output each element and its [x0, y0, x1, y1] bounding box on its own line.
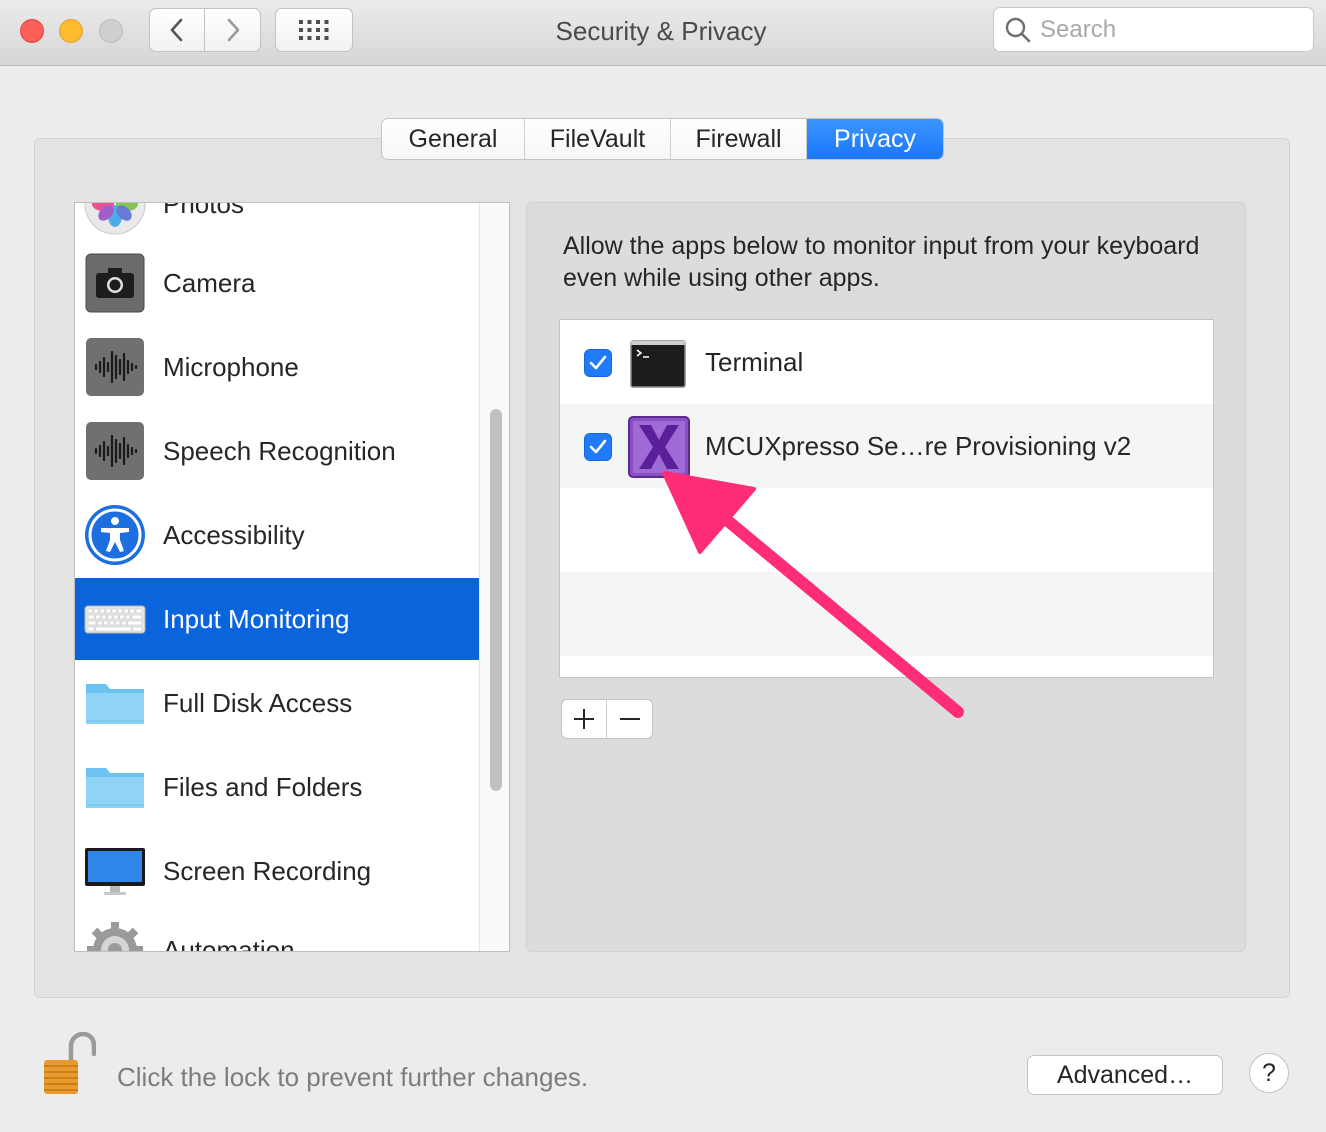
advanced-button[interactable]: Advanced…	[1027, 1055, 1223, 1095]
back-button[interactable]	[149, 8, 205, 52]
remove-app-button[interactable]	[607, 700, 652, 738]
show-all-button[interactable]	[275, 8, 353, 52]
sidebar-item-photos[interactable]: Photos	[75, 203, 479, 245]
privacy-category-scroll-area: Photos Camera Microphone Speech Recognit…	[75, 203, 479, 951]
minimize-window-button[interactable]	[59, 19, 83, 43]
list-item-empty	[560, 572, 1213, 656]
add-remove-buttons	[561, 699, 653, 739]
gear-icon	[87, 922, 143, 951]
minus-icon	[619, 718, 640, 720]
chevron-right-icon	[227, 18, 239, 42]
window-title: Security & Privacy	[555, 16, 767, 46]
sidebar-item-microphone[interactable]: Microphone	[75, 326, 479, 408]
app-name: Terminal	[705, 347, 804, 377]
folder-icon	[86, 684, 144, 724]
sidebar-item-label: Photos	[163, 203, 244, 219]
search-input[interactable]	[1040, 15, 1300, 44]
help-button[interactable]: ?	[1249, 1053, 1289, 1093]
add-app-button[interactable]	[562, 700, 607, 738]
allowed-apps-list[interactable]: Terminal MCUXpresso Se…re Provisioning v…	[559, 319, 1214, 678]
tab-filevault[interactable]: FileVault	[525, 119, 671, 159]
sidebar-scrollbar-thumb[interactable]	[490, 409, 502, 791]
permission-description: Allow the apps below to monitor input fr…	[563, 232, 1200, 292]
tab-bar: General FileVault Firewall Privacy	[381, 118, 944, 160]
speech-waveform-icon	[86, 422, 144, 480]
unlocked-padlock-icon[interactable]	[40, 1032, 96, 1098]
sidebar-item-label: Speech Recognition	[163, 435, 396, 466]
accessibility-icon	[85, 505, 145, 565]
privacy-category-list[interactable]: Photos Camera Microphone Speech Recognit…	[74, 202, 510, 952]
sidebar-item-files-and-folders[interactable]: Files and Folders	[75, 746, 479, 828]
sidebar-item-label: Automation	[163, 934, 295, 952]
sidebar-item-label: Camera	[163, 267, 256, 298]
camera-icon	[85, 253, 145, 313]
app-checkbox-mcuxpresso[interactable]	[584, 433, 612, 461]
checkmark-icon	[589, 439, 607, 454]
checkmark-icon	[589, 355, 607, 370]
sidebar-item-camera[interactable]: Camera	[75, 242, 479, 324]
chevron-left-icon	[170, 18, 183, 42]
plus-icon	[574, 709, 594, 729]
app-name: MCUXpresso Se…re Provisioning v2	[705, 431, 1132, 461]
sidebar-item-label: Microphone	[163, 351, 299, 382]
sidebar-item-automation[interactable]: Automation	[75, 909, 479, 951]
sidebar-item-accessibility[interactable]: Accessibility	[75, 494, 479, 576]
close-window-button[interactable]	[20, 19, 44, 43]
display-icon	[85, 848, 145, 895]
sidebar-item-label: Files and Folders	[163, 771, 363, 802]
search-field[interactable]	[993, 7, 1314, 52]
photos-icon	[84, 203, 146, 235]
sidebar-item-speech-recognition[interactable]: Speech Recognition	[75, 410, 479, 492]
folder-icon	[86, 768, 144, 808]
microphone-waveform-icon	[86, 338, 144, 396]
sidebar-item-screen-recording[interactable]: Screen Recording	[75, 830, 479, 912]
show-all-grid-icon	[299, 20, 329, 40]
title-bar: Security & Privacy	[0, 0, 1326, 66]
sidebar-item-input-monitoring[interactable]: Input Monitoring	[75, 578, 479, 660]
mcuxpresso-x-icon	[628, 416, 690, 478]
app-checkbox-terminal[interactable]	[584, 349, 612, 377]
zoom-window-button[interactable]	[99, 19, 123, 43]
sidebar-item-label: Input Monitoring	[163, 603, 350, 634]
sidebar-item-label: Accessibility	[163, 519, 305, 550]
forward-button[interactable]	[205, 8, 261, 52]
tab-privacy[interactable]: Privacy	[807, 119, 943, 159]
sidebar-item-full-disk-access[interactable]: Full Disk Access	[75, 662, 479, 744]
sidebar-item-label: Full Disk Access	[163, 687, 353, 718]
search-icon	[1005, 17, 1031, 42]
lock-status-text: Click the lock to prevent further change…	[117, 1062, 589, 1092]
tab-general[interactable]: General	[382, 119, 525, 159]
keyboard-icon	[84, 605, 146, 634]
sidebar-scrollbar[interactable]	[479, 203, 509, 951]
tab-firewall[interactable]: Firewall	[671, 119, 807, 159]
sidebar-item-label: Screen Recording	[163, 855, 372, 886]
list-item-terminal[interactable]: Terminal	[560, 320, 1213, 404]
list-item-empty	[560, 488, 1213, 572]
list-item-mcuxpresso[interactable]: MCUXpresso Se…re Provisioning v2	[560, 404, 1213, 488]
terminal-icon	[630, 340, 686, 388]
